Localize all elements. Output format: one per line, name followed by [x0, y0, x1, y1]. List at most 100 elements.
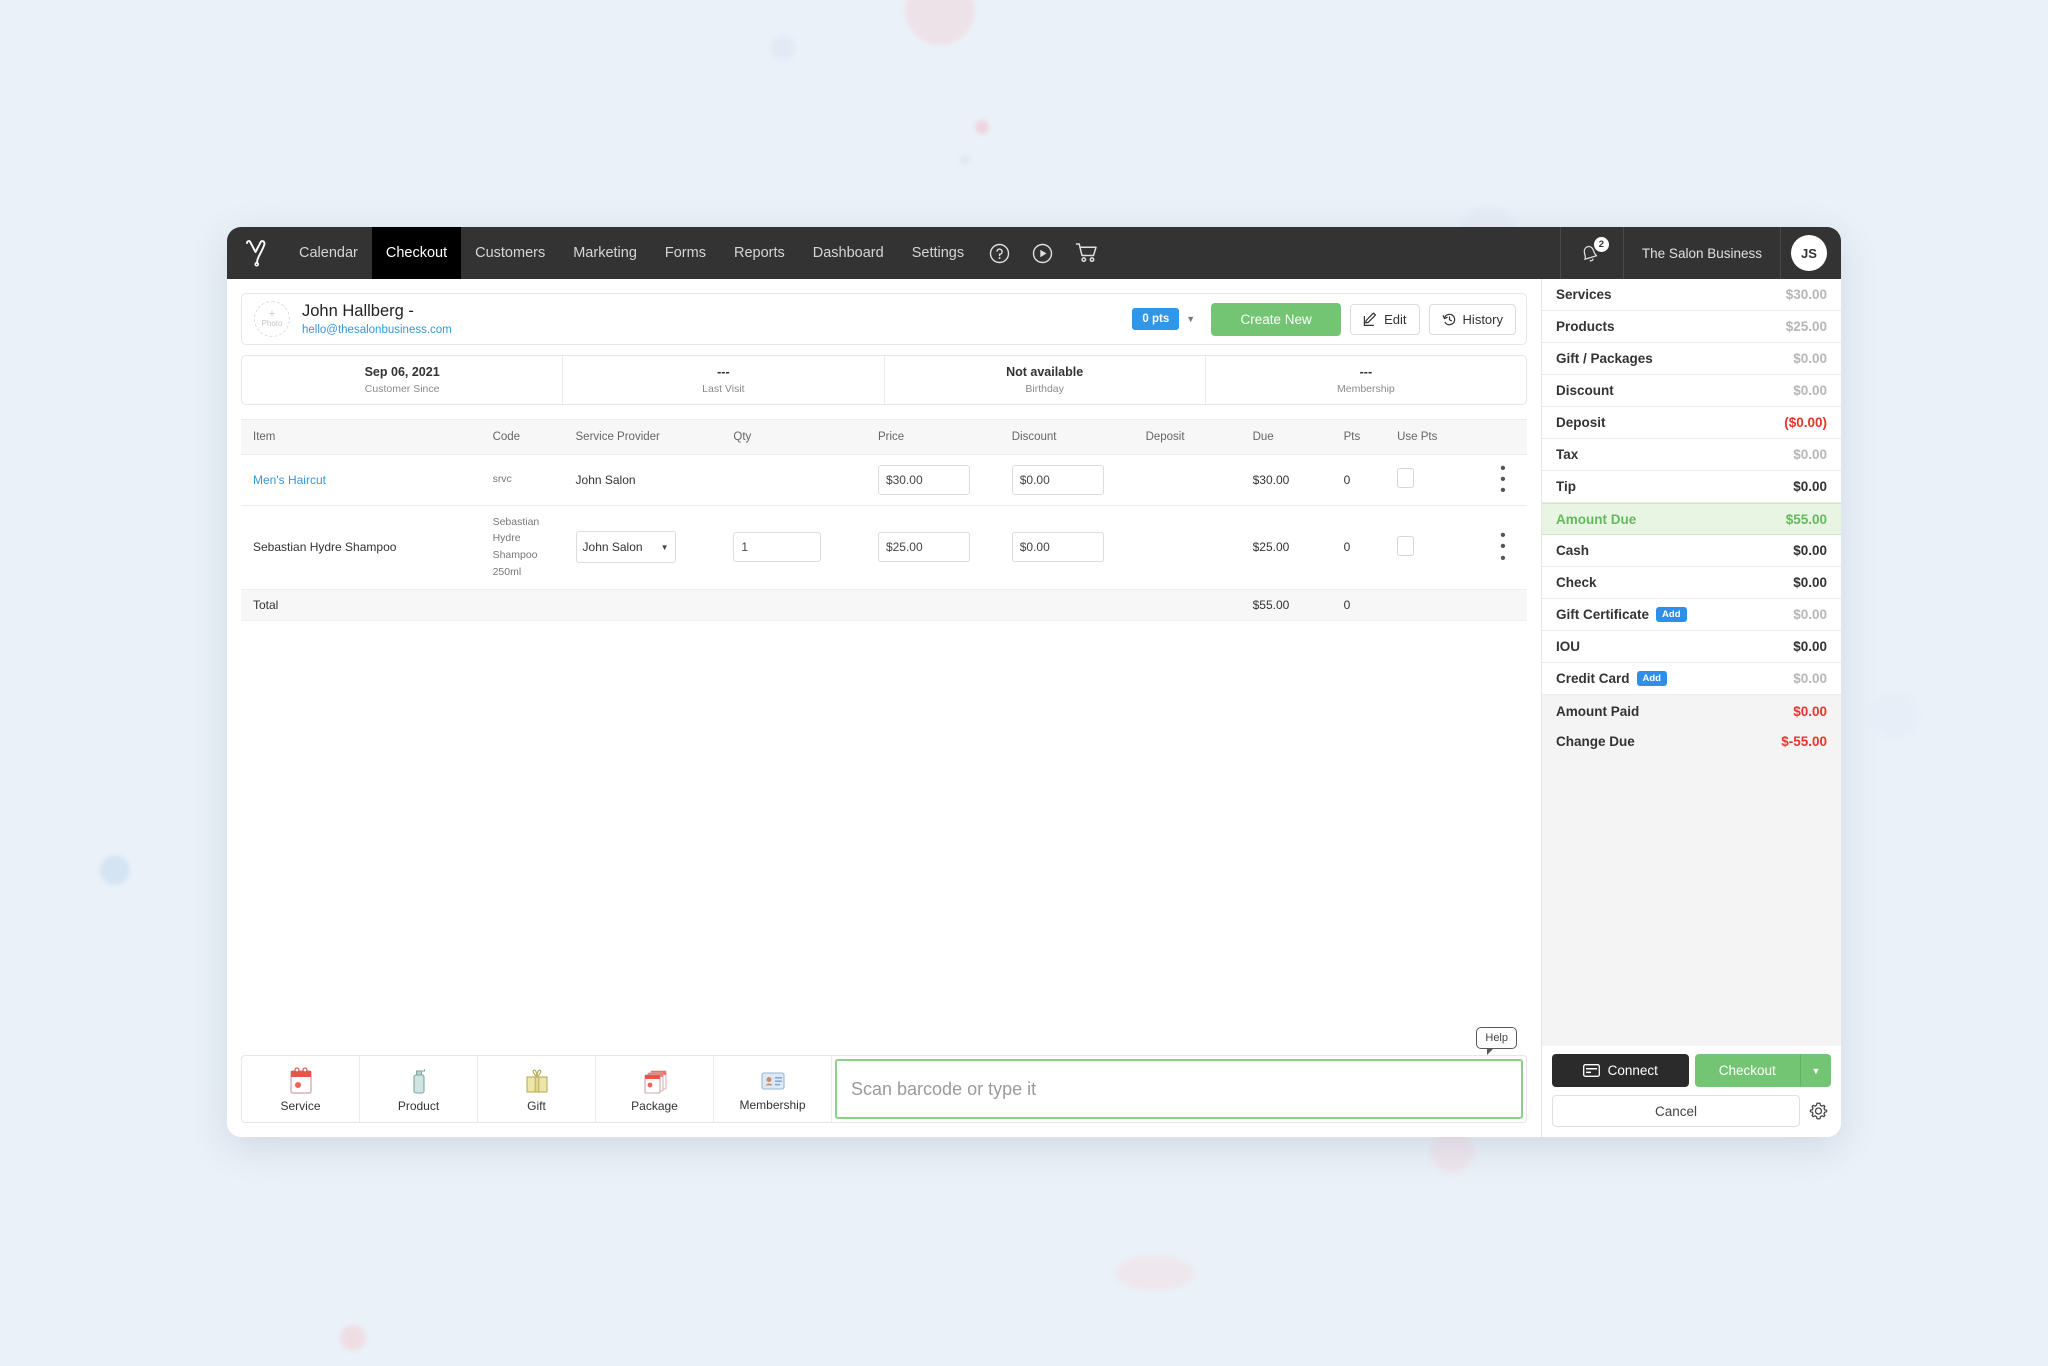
line-items-table: Item Code Service Provider Qty Price Dis…: [241, 419, 1527, 621]
pts-value: 0: [1344, 540, 1351, 554]
category-label: Gift: [527, 1099, 546, 1113]
summary-row-amount-due: Amount Due $55.00: [1542, 503, 1841, 535]
summary-row-services: Services $30.00: [1542, 279, 1841, 311]
service-provider-select[interactable]: John Salon ▼: [576, 531, 676, 563]
connect-label: Connect: [1608, 1063, 1658, 1078]
stat-value: Not available: [1006, 365, 1083, 381]
total-label: Total: [241, 589, 489, 620]
summary-row-gift-packages: Gift / Packages $0.00: [1542, 343, 1841, 375]
scan-barcode-input[interactable]: [835, 1059, 1523, 1119]
background-decoration: [1115, 1255, 1195, 1291]
bottle-product-icon: [405, 1066, 433, 1096]
summary-row-deposit: Deposit ($0.00): [1542, 407, 1841, 439]
nav-item-forms[interactable]: Forms: [651, 227, 720, 279]
row-actions-menu-icon[interactable]: •••: [1483, 530, 1523, 564]
add-gift-certificate-button[interactable]: Add: [1656, 607, 1686, 622]
summary-row-gift-certificate: Gift Certificate Add $0.00: [1542, 599, 1841, 631]
service-provider-value: John Salon: [583, 540, 643, 554]
summary-row-products: Products $25.00: [1542, 311, 1841, 343]
table-body: Men's Haircut srvc John Salon $30.00 0 •…: [241, 455, 1527, 621]
price-input[interactable]: [878, 532, 970, 562]
due-value: $30.00: [1253, 473, 1290, 487]
col-discount: Discount: [1008, 420, 1142, 455]
table-header-row: Item Code Service Provider Qty Price Dis…: [241, 420, 1527, 455]
customer-email-link[interactable]: hello@thesalonbusiness.com: [302, 324, 452, 336]
nav-item-calendar[interactable]: Calendar: [285, 227, 372, 279]
shopping-cart-icon[interactable]: [1064, 227, 1110, 279]
pts-value: 0: [1344, 473, 1351, 487]
summary-label: Deposit: [1556, 415, 1606, 430]
payment-actions-secondary: Cancel: [1552, 1095, 1831, 1127]
discount-input[interactable]: [1012, 465, 1104, 495]
category-button-gift[interactable]: Gift: [478, 1056, 596, 1122]
nav-item-dashboard[interactable]: Dashboard: [799, 227, 898, 279]
cancel-button[interactable]: Cancel: [1552, 1095, 1800, 1127]
points-badge[interactable]: 0 pts: [1132, 308, 1179, 330]
summary-value: $0.00: [1793, 607, 1827, 622]
stat-value: ---: [1360, 365, 1373, 381]
photo-label: Photo: [262, 320, 283, 329]
use-pts-checkbox[interactable]: [1397, 468, 1414, 488]
summary-value: $55.00: [1786, 512, 1827, 527]
play-circle-icon[interactable]: [1021, 227, 1064, 279]
nav-item-customers[interactable]: Customers: [461, 227, 559, 279]
nav-item-marketing[interactable]: Marketing: [559, 227, 651, 279]
business-name[interactable]: The Salon Business: [1623, 227, 1780, 279]
connect-button[interactable]: Connect: [1552, 1054, 1689, 1087]
discount-input[interactable]: [1012, 532, 1104, 562]
stat-value: Sep 06, 2021: [365, 365, 440, 381]
edit-button[interactable]: Edit: [1350, 304, 1419, 335]
notifications-button[interactable]: 2: [1560, 227, 1623, 279]
qty-input[interactable]: [733, 532, 821, 562]
create-new-button[interactable]: Create New: [1211, 303, 1341, 336]
row-actions-menu-icon[interactable]: •••: [1483, 463, 1523, 497]
col-qty: Qty: [729, 420, 874, 455]
use-pts-checkbox[interactable]: [1397, 536, 1414, 556]
help-circle-icon[interactable]: [978, 227, 1021, 279]
nav-item-settings[interactable]: Settings: [898, 227, 978, 279]
history-label: History: [1463, 312, 1503, 327]
summary-label: Credit Card Add: [1556, 671, 1667, 686]
summary-row-tip[interactable]: Tip $0.00: [1542, 471, 1841, 503]
chevron-down-icon: ▼: [661, 543, 669, 552]
summary-list: Services $30.00 Products $25.00 Gift / P…: [1542, 279, 1841, 1046]
add-credit-card-button[interactable]: Add: [1637, 671, 1667, 686]
category-button-service[interactable]: Service: [242, 1056, 360, 1122]
summary-value: $0.00: [1793, 575, 1827, 590]
total-due: $55.00: [1249, 589, 1340, 620]
category-button-product[interactable]: Product: [360, 1056, 478, 1122]
table-total-row: Total $55.00 0: [241, 589, 1527, 620]
summary-row-cash[interactable]: Cash $0.00: [1542, 535, 1841, 567]
add-photo-button[interactable]: + Photo: [254, 301, 290, 337]
category-button-membership[interactable]: Membership: [714, 1056, 832, 1122]
user-menu[interactable]: JS: [1780, 227, 1841, 279]
checkout-dropdown-caret-icon[interactable]: ▼: [1801, 1054, 1831, 1087]
empty-canvas: Help: [241, 621, 1527, 1055]
summary-label: Tip: [1556, 479, 1576, 494]
col-code: Code: [489, 420, 572, 455]
summary-label: Discount: [1556, 383, 1614, 398]
line-item-name-link[interactable]: Men's Haircut: [253, 473, 326, 487]
card-reader-icon: [1583, 1064, 1600, 1077]
gear-settings-icon[interactable]: [1808, 1101, 1831, 1122]
chevron-down-icon[interactable]: ▼: [1186, 314, 1195, 324]
edit-pencil-icon: [1363, 312, 1378, 327]
summary-row-check[interactable]: Check $0.00: [1542, 567, 1841, 599]
help-button[interactable]: Help: [1476, 1027, 1517, 1049]
nav-label: Reports: [734, 245, 785, 261]
avatar[interactable]: JS: [1791, 235, 1827, 271]
nav-item-reports[interactable]: Reports: [720, 227, 799, 279]
nav-right-cluster: 2 The Salon Business JS: [1560, 227, 1841, 279]
line-items-section: Item Code Service Provider Qty Price Dis…: [241, 419, 1527, 1055]
app-logo[interactable]: [227, 227, 285, 279]
edit-label: Edit: [1384, 312, 1406, 327]
summary-value: ($0.00): [1784, 415, 1827, 430]
checkout-button[interactable]: Checkout: [1695, 1054, 1802, 1087]
summary-row-iou[interactable]: IOU $0.00: [1542, 631, 1841, 663]
price-input[interactable]: [878, 465, 970, 495]
nav-item-checkout[interactable]: Checkout: [372, 227, 461, 279]
col-actions: [1479, 420, 1527, 455]
history-button[interactable]: History: [1429, 304, 1516, 335]
category-button-package[interactable]: Package: [596, 1056, 714, 1122]
summary-label: Check: [1556, 575, 1597, 590]
